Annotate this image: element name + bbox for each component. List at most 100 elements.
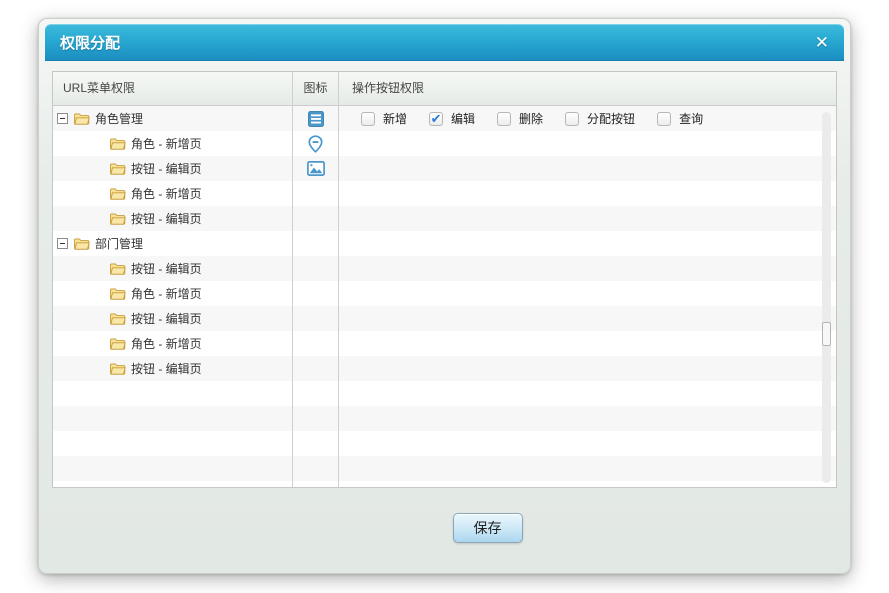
- tree-node-label: 按钮 - 编辑页: [131, 312, 202, 326]
- actions-cell: [339, 381, 836, 406]
- checkbox-label: 新增: [383, 112, 408, 126]
- action-checkbox-item[interactable]: 删除: [497, 110, 543, 127]
- tree-node[interactable]: 角色管理: [53, 106, 292, 131]
- folder-icon: [109, 287, 126, 301]
- tree-node-label: 角色管理: [95, 112, 144, 126]
- actions-cell: [339, 331, 836, 356]
- folder-icon: [109, 262, 126, 276]
- checkbox-label: 删除: [519, 112, 544, 126]
- actions-cell: [339, 431, 836, 456]
- list-icon: [307, 110, 324, 127]
- checkbox-icon[interactable]: ✔: [429, 111, 444, 126]
- tree-node[interactable]: 按钮 - 编辑页: [53, 356, 292, 381]
- collapse-minus-icon[interactable]: [57, 113, 68, 124]
- icon-cell: [293, 381, 338, 406]
- folder-icon: [109, 137, 126, 151]
- tree-node[interactable]: 角色 - 新增页: [53, 181, 292, 206]
- column-header-icon: 图标: [293, 72, 338, 106]
- tree-node[interactable]: 按钮 - 编辑页: [53, 306, 292, 331]
- empty-row: [53, 456, 292, 481]
- dialog-header: 权限分配 ✕: [45, 24, 844, 61]
- folder-icon: [109, 162, 126, 176]
- action-checkbox-item[interactable]: 分配按钮: [565, 110, 635, 127]
- column-icon-body: [293, 106, 338, 487]
- scrollbar-thumb[interactable]: [822, 322, 831, 346]
- tree-node-label: 按钮 - 编辑页: [131, 262, 202, 276]
- icon-cell: [293, 181, 338, 206]
- icon-cell: [293, 306, 338, 331]
- tree-node-label: 角色 - 新增页: [131, 287, 202, 301]
- icon-cell: [293, 256, 338, 281]
- actions-cell: [339, 406, 836, 431]
- actions-cell: [339, 456, 836, 481]
- checkbox-label: 查询: [679, 112, 704, 126]
- tree-node-label: 按钮 - 编辑页: [131, 162, 202, 176]
- permission-table: URL菜单权限 角色管理 角色 - 新增页 按钮 - 编辑页 角色 - 新增页 …: [52, 71, 837, 488]
- pin-icon: [308, 134, 323, 153]
- collapse-minus-icon[interactable]: [57, 238, 68, 249]
- tree-node[interactable]: 角色 - 新增页: [53, 281, 292, 306]
- actions-cell: [339, 156, 836, 181]
- checkbox-label: 分配按钮: [587, 112, 636, 126]
- dialog-title: 权限分配: [60, 34, 121, 52]
- action-checkbox-item[interactable]: ✔ 编辑: [429, 110, 475, 127]
- dialog-footer: 保存: [52, 488, 837, 574]
- tree-node[interactable]: 部门管理: [53, 231, 292, 256]
- empty-row: [53, 381, 292, 406]
- actions-cell: [339, 356, 836, 381]
- image-icon: [306, 161, 325, 176]
- icon-cell: [293, 406, 338, 431]
- folder-icon: [109, 187, 126, 201]
- tree-node-label: 角色 - 新增页: [131, 187, 202, 201]
- column-menu-body: 角色管理 角色 - 新增页 按钮 - 编辑页 角色 - 新增页 按钮 - 编辑页…: [53, 106, 292, 487]
- column-header-actions: 操作按钮权限: [339, 72, 836, 106]
- action-checkbox-item[interactable]: 新增: [361, 110, 407, 127]
- folder-icon: [109, 312, 126, 326]
- tree-node[interactable]: 角色 - 新增页: [53, 131, 292, 156]
- tree-node-label: 部门管理: [95, 237, 144, 251]
- tree-node[interactable]: 按钮 - 编辑页: [53, 206, 292, 231]
- save-button[interactable]: 保存: [452, 513, 523, 543]
- tree-node-label: 角色 - 新增页: [131, 137, 202, 151]
- folder-icon: [73, 237, 90, 251]
- checkbox-icon[interactable]: [497, 111, 512, 126]
- column-menu: URL菜单权限 角色管理 角色 - 新增页 按钮 - 编辑页 角色 - 新增页 …: [53, 72, 293, 487]
- tree-node[interactable]: 按钮 - 编辑页: [53, 256, 292, 281]
- icon-cell: [293, 206, 338, 231]
- column-actions-body: 新增 ✔ 编辑 删除 分配按钮 查询: [339, 106, 836, 487]
- column-actions: 操作按钮权限 新增 ✔ 编辑 删除 分配按钮 查询: [339, 72, 836, 487]
- column-header-menu: URL菜单权限: [53, 72, 292, 106]
- actions-cell: [339, 256, 836, 281]
- permission-dialog: 权限分配 ✕ URL菜单权限 角色管理 角色 - 新增页 按钮 - 编辑页 角色…: [38, 18, 851, 574]
- icon-cell: [293, 131, 338, 156]
- tree-node-label: 按钮 - 编辑页: [131, 212, 202, 226]
- actions-cell: [339, 306, 836, 331]
- icon-cell: [293, 431, 338, 456]
- close-icon[interactable]: ✕: [815, 34, 829, 51]
- actions-cell: [339, 206, 836, 231]
- icon-cell: [293, 456, 338, 481]
- actions-cell: [339, 181, 836, 206]
- empty-row: [53, 406, 292, 431]
- icon-cell: [293, 281, 338, 306]
- icon-cell: [293, 331, 338, 356]
- tree-node[interactable]: 按钮 - 编辑页: [53, 156, 292, 181]
- column-icon: 图标: [293, 72, 339, 487]
- checkbox-icon[interactable]: [657, 111, 672, 126]
- folder-icon: [109, 212, 126, 226]
- checkbox-icon[interactable]: [565, 111, 580, 126]
- tree-node-label: 角色 - 新增页: [131, 337, 202, 351]
- actions-cell: 新增 ✔ 编辑 删除 分配按钮 查询: [339, 106, 836, 131]
- checkbox-label: 编辑: [451, 112, 476, 126]
- folder-icon: [109, 337, 126, 351]
- action-checkbox-item[interactable]: 查询: [657, 110, 703, 127]
- actions-cell: [339, 231, 836, 256]
- tree-node[interactable]: 角色 - 新增页: [53, 331, 292, 356]
- icon-cell: [293, 156, 338, 181]
- dialog-content: URL菜单权限 角色管理 角色 - 新增页 按钮 - 编辑页 角色 - 新增页 …: [39, 61, 850, 574]
- folder-icon: [109, 362, 126, 376]
- icon-cell: [293, 106, 338, 131]
- checkbox-icon[interactable]: [361, 111, 375, 126]
- tree-node-label: 按钮 - 编辑页: [131, 362, 202, 376]
- scrollbar-track[interactable]: [822, 112, 831, 483]
